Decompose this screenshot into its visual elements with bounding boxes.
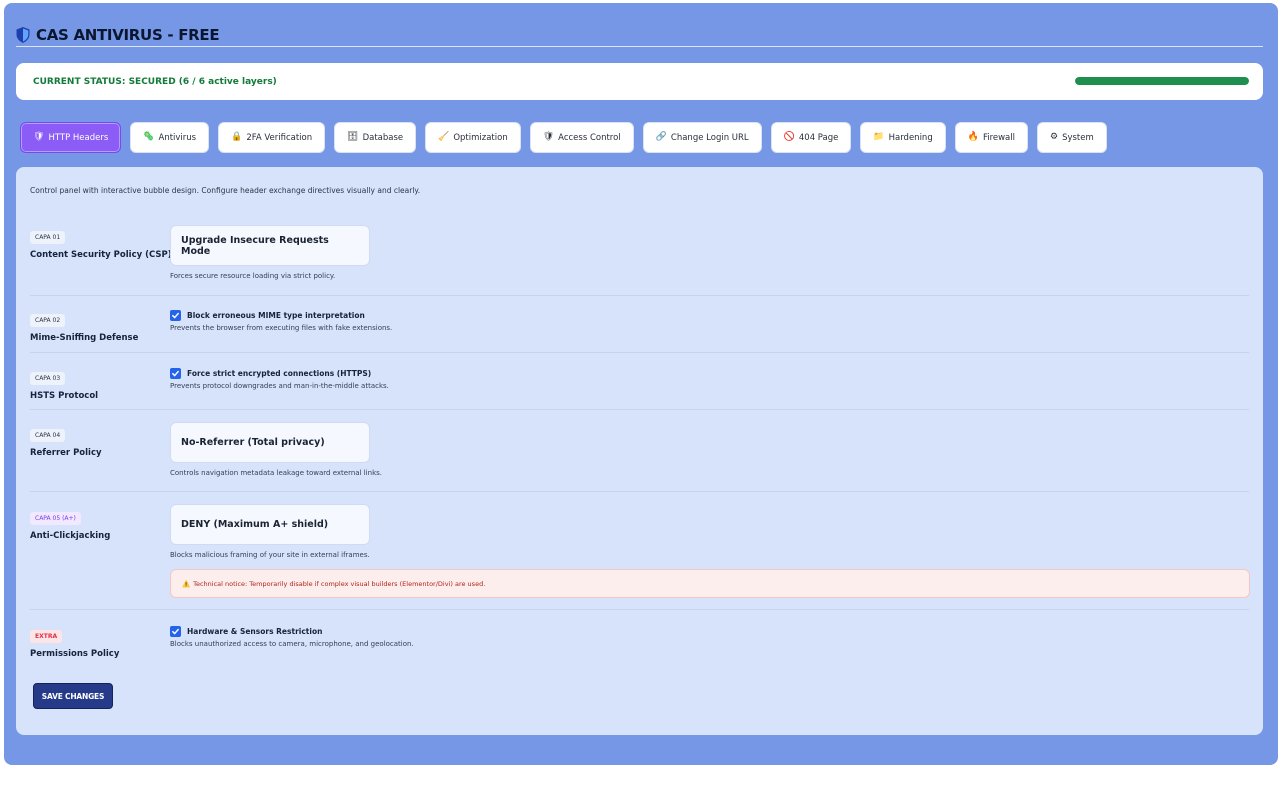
broom-icon: 🧹: [438, 132, 450, 142]
gear-icon: ⚙: [1050, 132, 1059, 142]
tab-label: Antivirus: [158, 132, 197, 143]
prohibited-icon: 🚫: [783, 132, 795, 142]
csp-select[interactable]: Upgrade Insecure Requests Mode: [170, 225, 370, 266]
row-control-group: Block erroneous MIME type interpretation…: [170, 310, 392, 332]
layer-badge: CAPA 01: [30, 231, 66, 244]
x-frame-options-select[interactable]: DENY (Maximum A+ shield): [170, 504, 370, 545]
checkbox-label[interactable]: Hardware & Sensors Restriction: [187, 627, 322, 636]
hsts-checkbox[interactable]: [170, 368, 181, 379]
lock-icon: 🔒: [231, 132, 243, 142]
row-label-group: CAPA 03 HSTS Protocol: [30, 367, 98, 401]
row-label-group: CAPA 05 (A+) Anti-Clickjacking: [30, 507, 110, 541]
checkbox-label[interactable]: Block erroneous MIME type interpretation: [187, 311, 365, 320]
row-title: Mime-Sniffing Defense: [30, 333, 139, 343]
mime-checkbox-line: Block erroneous MIME type interpretation: [170, 310, 392, 321]
tab-label: Change Login URL: [670, 132, 749, 143]
checkbox-label[interactable]: Force strict encrypted connections (HTTP…: [187, 369, 371, 378]
setting-row-csp: CAPA 01 Content Security Policy (CSP) Up…: [30, 219, 1249, 296]
save-changes-button[interactable]: SAVE CHANGES: [33, 683, 113, 709]
layer-badge: CAPA 05 (A+): [30, 512, 81, 525]
setting-row-referrer: CAPA 04 Referrer Policy No-Referrer (Tot…: [30, 410, 1249, 492]
panel-intro: Control panel with interactive bubble de…: [30, 186, 421, 195]
database-icon: 🗄: [347, 132, 359, 142]
tab-access-control[interactable]: 🛡 Access Control: [529, 122, 634, 153]
tab-2fa-verification[interactable]: 🔒 2FA Verification: [218, 122, 326, 153]
security-progress-bar: [1075, 77, 1249, 85]
tab-system[interactable]: ⚙ System: [1037, 122, 1107, 153]
row-help-text: Controls navigation metadata leakage tow…: [170, 469, 382, 477]
layer-badge: CAPA 02: [30, 314, 66, 327]
bug-icon: 🦠: [143, 132, 155, 142]
tab-database[interactable]: 🗄 Database: [334, 122, 417, 153]
shield-icon: [16, 26, 30, 43]
row-help-text: Prevents protocol downgrades and man-in-…: [170, 382, 389, 390]
tab-label: Firewall: [982, 132, 1015, 143]
setting-row-anti-clickjacking: CAPA 05 (A+) Anti-Clickjacking DENY (Max…: [30, 492, 1250, 610]
layer-badge: CAPA 03: [30, 372, 66, 385]
row-label-group: EXTRA Permissions Policy: [30, 625, 119, 659]
tab-optimization[interactable]: 🧹 Optimization: [425, 122, 521, 153]
notice-text: Technical notice: Temporarily disable if…: [193, 579, 486, 588]
warning-icon: ⚠️: [182, 579, 191, 588]
tab-label: Database: [362, 132, 404, 143]
tab-http-headers[interactable]: 🛡 HTTP Headers: [20, 122, 122, 153]
tab-hardening[interactable]: 📁 Hardening: [860, 122, 946, 153]
status-card: CURRENT STATUS: SECURED (6 / 6 active la…: [16, 63, 1263, 100]
security-progress-fill: [1075, 77, 1249, 85]
tab-label: 2FA Verification: [246, 132, 313, 143]
row-label-group: CAPA 01 Content Security Policy (CSP): [30, 226, 172, 260]
setting-row-hsts: CAPA 03 HSTS Protocol Force strict encry…: [30, 353, 1249, 410]
tab-change-login-url[interactable]: 🔗 Change Login URL: [642, 122, 762, 153]
referrer-policy-select[interactable]: No-Referrer (Total privacy): [170, 422, 370, 463]
row-label-group: CAPA 02 Mime-Sniffing Defense: [30, 309, 138, 343]
app-window: CAS ANTIVIRUS - FREE CURRENT STATUS: SEC…: [4, 3, 1278, 765]
setting-row-permissions-policy: EXTRA Permissions Policy Hardware & Sens…: [30, 610, 1249, 670]
row-help-text: Blocks malicious framing of your site in…: [170, 551, 370, 559]
app-header: CAS ANTIVIRUS - FREE: [16, 23, 1263, 47]
row-title: Anti-Clickjacking: [30, 531, 111, 541]
checkmark-icon: [172, 312, 179, 319]
row-control-group: DENY (Maximum A+ shield) Blocks maliciou…: [170, 504, 1250, 598]
folder-icon: 📁: [873, 132, 885, 142]
permissions-checkbox[interactable]: [170, 626, 181, 637]
fire-icon: 🔥: [967, 132, 979, 142]
tab-404-page[interactable]: 🚫 404 Page: [770, 122, 852, 153]
tab-label: Hardening: [888, 132, 933, 143]
status-text: CURRENT STATUS: SECURED (6 / 6 active la…: [33, 76, 277, 87]
hsts-checkbox-line: Force strict encrypted connections (HTTP…: [170, 368, 389, 379]
technical-notice: ⚠️ Technical notice: Temporarily disable…: [170, 569, 1250, 598]
row-help-text: Prevents the browser from executing file…: [170, 324, 393, 332]
app-title: CAS ANTIVIRUS - FREE: [36, 25, 220, 44]
tab-firewall[interactable]: 🔥 Firewall: [954, 122, 1028, 153]
row-label-group: CAPA 04 Referrer Policy: [30, 424, 102, 458]
row-control-group: Hardware & Sensors Restriction Blocks un…: [170, 626, 414, 648]
tab-label: Optimization: [453, 132, 508, 143]
tab-label: HTTP Headers: [48, 132, 109, 143]
layer-badge: EXTRA: [30, 630, 63, 643]
row-control-group: No-Referrer (Total privacy) Controls nav…: [170, 422, 382, 477]
row-control-group: Upgrade Insecure Requests Mode Forces se…: [170, 225, 370, 280]
shield-icon: 🛡: [542, 132, 555, 142]
shield-icon: 🛡: [33, 132, 45, 142]
http-headers-panel: Control panel with interactive bubble de…: [16, 167, 1263, 735]
tab-label: 404 Page: [798, 132, 839, 143]
tab-bar: 🛡 HTTP Headers 🦠 Antivirus 🔒 2FA Verific…: [20, 122, 1107, 153]
mime-checkbox[interactable]: [170, 310, 181, 321]
tab-label: Access Control: [558, 132, 621, 143]
row-help-text: Blocks unauthorized access to camera, mi…: [170, 640, 414, 648]
permissions-checkbox-line: Hardware & Sensors Restriction: [170, 626, 414, 637]
row-control-group: Force strict encrypted connections (HTTP…: [170, 368, 389, 390]
row-title: Content Security Policy (CSP): [30, 250, 172, 260]
checkmark-icon: [172, 370, 179, 377]
tab-label: System: [1062, 132, 1094, 143]
link-icon: 🔗: [655, 132, 667, 142]
checkmark-icon: [172, 628, 179, 635]
row-title: HSTS Protocol: [30, 391, 99, 401]
row-title: Referrer Policy: [30, 448, 102, 458]
tab-antivirus[interactable]: 🦠 Antivirus: [130, 122, 210, 153]
layer-badge: CAPA 04: [30, 429, 66, 442]
row-title: Permissions Policy: [30, 649, 120, 659]
setting-row-mime-sniffing: CAPA 02 Mime-Sniffing Defense Block erro…: [30, 296, 1249, 353]
row-help-text: Forces secure resource loading via stric…: [170, 272, 336, 280]
